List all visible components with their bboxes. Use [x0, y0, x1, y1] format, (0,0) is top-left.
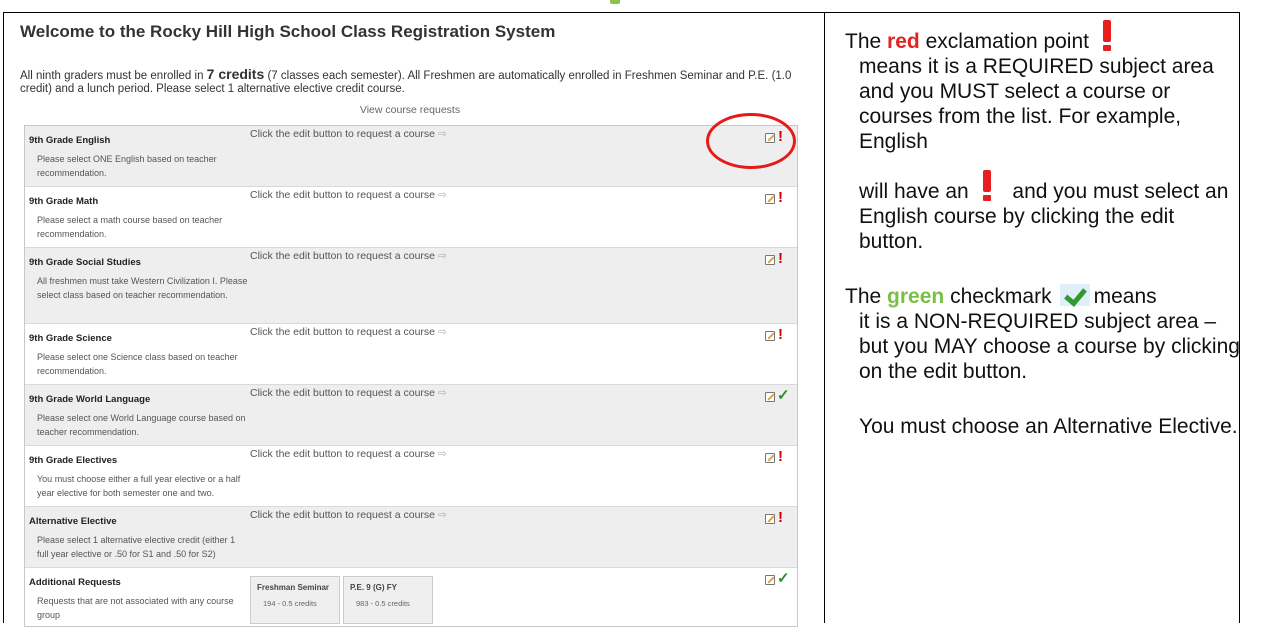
edit-hint: Click the edit button to request a cours…: [250, 189, 447, 201]
arrow-right-icon: ⇨: [437, 509, 447, 521]
required-exclamation-icon: !: [778, 509, 783, 526]
required-legend-body: means it is a REQUIRED subject area and …: [859, 55, 1214, 153]
credits-count: 7 credits: [206, 66, 265, 82]
highlight-oval: [706, 113, 796, 169]
course-group-row: 9th Grade Social Studies All freshmen mu…: [25, 248, 797, 324]
edit-pencil-icon[interactable]: [765, 255, 775, 265]
group-name: 9th Grade Science: [29, 333, 112, 344]
row-status: ✓: [765, 387, 790, 405]
group-name: 9th Grade English: [29, 135, 111, 146]
course-subtitle: 983 - 0.5 credits: [356, 599, 410, 608]
edit-pencil-icon[interactable]: [765, 194, 775, 204]
arrow-right-icon: ⇨: [437, 387, 447, 399]
course-group-table: 9th Grade English Please select ONE Engl…: [24, 125, 798, 627]
course-group-row: Alternative Elective Please select 1 alt…: [25, 507, 797, 568]
required-exclamation-icon: !: [778, 448, 783, 465]
edit-hint: Click the edit button to request a cours…: [250, 326, 447, 338]
row-status: !: [765, 509, 789, 527]
edit-pencil-icon[interactable]: [765, 575, 775, 585]
required-exclamation-icon: !: [778, 189, 783, 206]
edit-hint: Click the edit button to request a cours…: [250, 509, 447, 521]
edit-hint: Click the edit button to request a cours…: [250, 387, 447, 399]
red-word: red: [887, 30, 920, 53]
optional-checkmark-icon: ✓: [777, 387, 790, 404]
group-description: Requests that are not associated with an…: [37, 596, 234, 620]
edit-hint: Click the edit button to request a cours…: [250, 448, 447, 460]
green-word: green: [887, 285, 945, 308]
page-title: Welcome to the Rocky Hill High School Cl…: [20, 22, 556, 41]
arrow-right-icon: ⇨: [437, 128, 447, 140]
course-group-row: Additional Requests Requests that are no…: [25, 568, 797, 626]
cut-off-checkmark-icon: [610, 0, 620, 4]
arrow-right-icon: ⇨: [437, 448, 447, 460]
group-name: 9th Grade Electives: [29, 455, 118, 466]
edit-hint: Click the edit button to request a cours…: [250, 250, 447, 262]
top-edge: [0, 0, 1261, 8]
required-exclamation-icon: !: [778, 250, 783, 267]
course-title: Freshman Seminar: [257, 583, 330, 592]
group-name: 9th Grade Math: [29, 196, 99, 207]
column-divider: [824, 12, 825, 623]
group-description: Please select one Science class based on…: [37, 352, 238, 376]
group-name: 9th Grade World Language: [29, 394, 151, 405]
group-description: You must choose either a full year elect…: [37, 474, 241, 498]
course-group-row: 9th Grade Math Please select a math cour…: [25, 187, 797, 248]
optional-checkmark-icon: ✓: [777, 570, 790, 587]
group-description: All freshmen must take Western Civilizat…: [37, 276, 248, 300]
arrow-right-icon: ⇨: [437, 250, 447, 262]
red-exclamation-icon: [1101, 20, 1113, 51]
edit-hint: Click the edit button to request a cours…: [250, 128, 447, 140]
intro-text: All ninth graders must be enrolled in 7 …: [20, 66, 792, 95]
group-description: Please select one World Language course …: [37, 413, 246, 437]
row-status: !: [765, 189, 789, 207]
group-description: Please select 1 alternative elective cre…: [37, 535, 236, 559]
edit-pencil-icon[interactable]: [765, 392, 775, 402]
arrow-right-icon: ⇨: [437, 326, 447, 338]
green-checkmark-icon: [1059, 284, 1090, 306]
row-status: !: [765, 448, 789, 466]
group-description: Please select ONE English based on teach…: [37, 154, 217, 178]
optional-legend-body: it is a NON-REQUIRED subject area – but …: [859, 310, 1240, 383]
row-status: !: [765, 250, 789, 268]
course-title: P.E. 9 (G) FY: [350, 583, 397, 592]
row-status: ✓: [765, 570, 790, 588]
course-card[interactable]: Freshman Seminar 194 - 0.5 credits: [250, 576, 340, 624]
alternative-elective-note: You must choose an Alternative Elective.: [859, 415, 1238, 438]
optional-legend-intro: The green checkmark means: [845, 284, 1157, 308]
required-legend-example: will have an and you must select an Engl…: [845, 170, 1240, 254]
course-group-row: 9th Grade Science Please select one Scie…: [25, 324, 797, 385]
required-legend-intro: The red exclamation point: [845, 20, 1240, 54]
group-description: Please select a math course based on tea…: [37, 215, 223, 239]
legend-panel: The red exclamation point means it is a …: [845, 20, 1240, 439]
edit-pencil-icon[interactable]: [765, 453, 775, 463]
course-group-row: 9th Grade Electives You must choose eith…: [25, 446, 797, 507]
group-name: Additional Requests: [29, 577, 121, 588]
course-subtitle: 194 - 0.5 credits: [263, 599, 317, 608]
arrow-right-icon: ⇨: [437, 189, 447, 201]
row-status: !: [765, 326, 789, 344]
edit-pencil-icon[interactable]: [765, 514, 775, 524]
edit-pencil-icon[interactable]: [765, 331, 775, 341]
view-course-requests-link[interactable]: View course requests: [20, 104, 800, 116]
course-group-row: 9th Grade English Please select ONE Engl…: [25, 126, 797, 187]
group-name: Alternative Elective: [29, 516, 117, 527]
required-exclamation-icon: !: [778, 326, 783, 343]
red-exclamation-icon: [981, 170, 993, 201]
course-card[interactable]: P.E. 9 (G) FY 983 - 0.5 credits: [343, 576, 433, 624]
course-group-row: 9th Grade World Language Please select o…: [25, 385, 797, 446]
group-name: 9th Grade Social Studies: [29, 257, 141, 268]
